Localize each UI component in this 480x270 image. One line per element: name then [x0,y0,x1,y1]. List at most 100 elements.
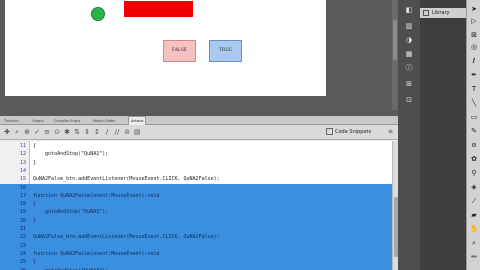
debug-options-icon[interactable]: ✱ [63,128,71,136]
remove-comment-icon[interactable]: ⊘ [123,128,131,136]
brush-tool-icon[interactable]: ɞ [469,140,479,150]
line-code-text[interactable]: QuNA2False_btn.addEventListener(MouseEve… [33,233,220,242]
library-tab-label: Library [432,10,450,16]
tools-panel: ➤ ▷ ⊠ ◎ ℓ ✒ T ╲ ▭ ✎ ɞ ✿ ⚲ ◈ ⁄ ▰ ✋ ⌕ ✏ [466,0,480,270]
tab-motion-editor[interactable]: Motion Editor [91,117,118,125]
text-tool-icon[interactable]: T [469,84,479,94]
collapse-selection-icon[interactable]: ⇕ [83,128,91,136]
line-number: 19 [19,209,26,216]
line-code-text[interactable]: gotoAndStop("QuNA3"); [33,208,108,217]
code-line[interactable]: 15 QuNA2False_btn.addEventListener(MouseE… [0,175,392,184]
line-code-text[interactable]: gotoAndStop("QuNA2"); [33,150,108,159]
line-number: 14 [19,167,26,174]
code-editor[interactable]: 11{12 gotoAndStop("QuNA2"); 13} 14 15 QuNA2F… [0,141,400,270]
library-tab-icon [423,10,429,16]
transform-icon[interactable]: ⊡ [405,96,413,104]
lasso-tool-icon[interactable]: ℓ [469,56,479,66]
selection-tool-icon[interactable]: ➤ [469,4,479,14]
line-number: 17 [19,192,26,199]
line-code-text[interactable]: { [33,258,36,267]
tab-actions[interactable]: Actions [128,116,147,125]
collapse-between-braces-icon[interactable]: ⇅ [73,128,81,136]
pen-tool-icon[interactable]: ✒ [469,70,479,80]
swatches-icon[interactable]: ▦ [405,50,413,58]
free-transform-tool-icon[interactable]: ⊠ [469,30,479,40]
line-code-text[interactable]: { [33,200,36,209]
library-panel: Library [420,0,466,270]
code-line[interactable]: 21 [0,225,392,234]
insert-target-path-icon[interactable]: ⊕ [23,128,31,136]
code-line[interactable]: 16 [0,183,392,192]
red-rectangle-symbol[interactable] [124,1,193,17]
paint-bucket-tool-icon[interactable]: ◈ [469,182,479,192]
auto-format-icon[interactable]: ≡ [43,128,51,136]
line-number: 16 [19,184,26,191]
line-number: 25 [19,259,26,266]
find-icon[interactable]: ⌕ [13,128,21,136]
stage-canvas[interactable]: FALSE TRUE [5,0,326,96]
library-tab[interactable]: Library [420,8,466,18]
line-tool-icon[interactable]: ╲ [469,98,479,108]
eyedropper-tool-icon[interactable]: ⁄ [469,196,479,206]
subselection-tool-icon[interactable]: ▷ [469,16,479,26]
code-snippets-button[interactable]: Code Snippets [326,128,371,137]
line-code-text[interactable]: } [33,217,36,226]
line-number: 18 [19,201,26,208]
stroke-color-icon[interactable]: ✏ [469,252,479,262]
bone-tool-icon[interactable]: ⚲ [469,168,479,178]
apply-block-comment-icon[interactable]: / [103,128,111,136]
info-icon[interactable]: ⓘ [405,64,413,72]
panel-menu-icon[interactable]: ≡ [388,128,393,135]
line-code-text[interactable]: } [33,159,36,168]
line-code-text[interactable]: QuNA2False_btn.addEventListener(MouseEve… [33,175,220,184]
properties-icon[interactable]: ◧ [405,6,413,14]
add-statement-icon[interactable]: ✚ [3,128,11,136]
expand-all-icon[interactable]: ↕ [93,128,101,136]
line-number: 15 [19,176,26,183]
check-syntax-icon[interactable]: ✓ [33,128,41,136]
eraser-tool-icon[interactable]: ▰ [469,210,479,220]
line-number: 21 [19,226,26,232]
line-code-text[interactable]: gotoAndStop("QuNA3"); [33,267,108,270]
true-button[interactable]: TRUE [209,40,242,62]
apply-line-comment-icon[interactable]: // [113,128,121,136]
code-snippets-label: Code Snippets [335,129,372,135]
rectangle-tool-icon[interactable]: ▭ [469,112,479,122]
deco-tool-icon[interactable]: ✿ [469,154,479,164]
actions-panel: Timeline Output Compiler Errors Motion E… [0,116,400,270]
color-icon[interactable]: ◑ [405,36,413,44]
library-icon[interactable]: ▥ [405,22,413,30]
code-line[interactable]: 23 [0,241,392,251]
tab-output[interactable]: Output [30,117,46,125]
pencil-tool-icon[interactable]: ✎ [469,126,479,136]
code-line[interactable]: 19 gotoAndStop("QuNA3"); [0,208,392,217]
code-line[interactable]: 14 [0,167,392,176]
green-circle-symbol[interactable] [91,7,105,21]
code-line[interactable]: 20} [0,216,392,226]
show-hide-toolbox-icon[interactable]: ▤ [133,128,141,136]
false-button[interactable]: FALSE [163,40,196,62]
code-line[interactable]: 13} [0,159,392,168]
line-code-text[interactable]: { [33,142,36,151]
code-line[interactable]: 12 gotoAndStop("QuNA2"); [0,150,392,159]
line-code-text[interactable]: function QuNA2False(event:MouseEvent):vo… [33,250,159,259]
line-number: 20 [19,217,26,224]
code-line[interactable]: 26 gotoAndStop("QuNA3"); [0,266,392,270]
code-line[interactable]: 11 { [0,142,392,151]
stage-scroll-thumb[interactable] [393,20,397,60]
line-number: 26 [0,267,26,270]
code-hint-icon[interactable]: ⊙ [53,128,61,136]
tab-timeline[interactable]: Timeline [2,117,20,125]
code-line[interactable]: 18 { [0,200,392,209]
tab-compiler-errors[interactable]: Compiler Errors [52,117,82,125]
align-icon[interactable]: ⊞ [405,80,413,88]
code-line[interactable]: 25 { [0,258,392,267]
3d-rotation-tool-icon[interactable]: ◎ [469,42,479,52]
code-line[interactable]: 22 QuNA2False_btn.addEventListener(MouseE… [0,233,392,242]
zoom-tool-icon[interactable]: ⌕ [469,238,479,248]
code-line[interactable]: 17 function QuNA2False(event:MouseEvent):… [0,191,392,201]
line-number: 13 [19,159,26,166]
code-line[interactable]: 24 function QuNA2False(event:MouseEvent):… [0,249,392,259]
line-code-text[interactable]: function QuNA2False(event:MouseEvent):vo… [33,192,159,201]
hand-tool-icon[interactable]: ✋ [469,224,479,234]
